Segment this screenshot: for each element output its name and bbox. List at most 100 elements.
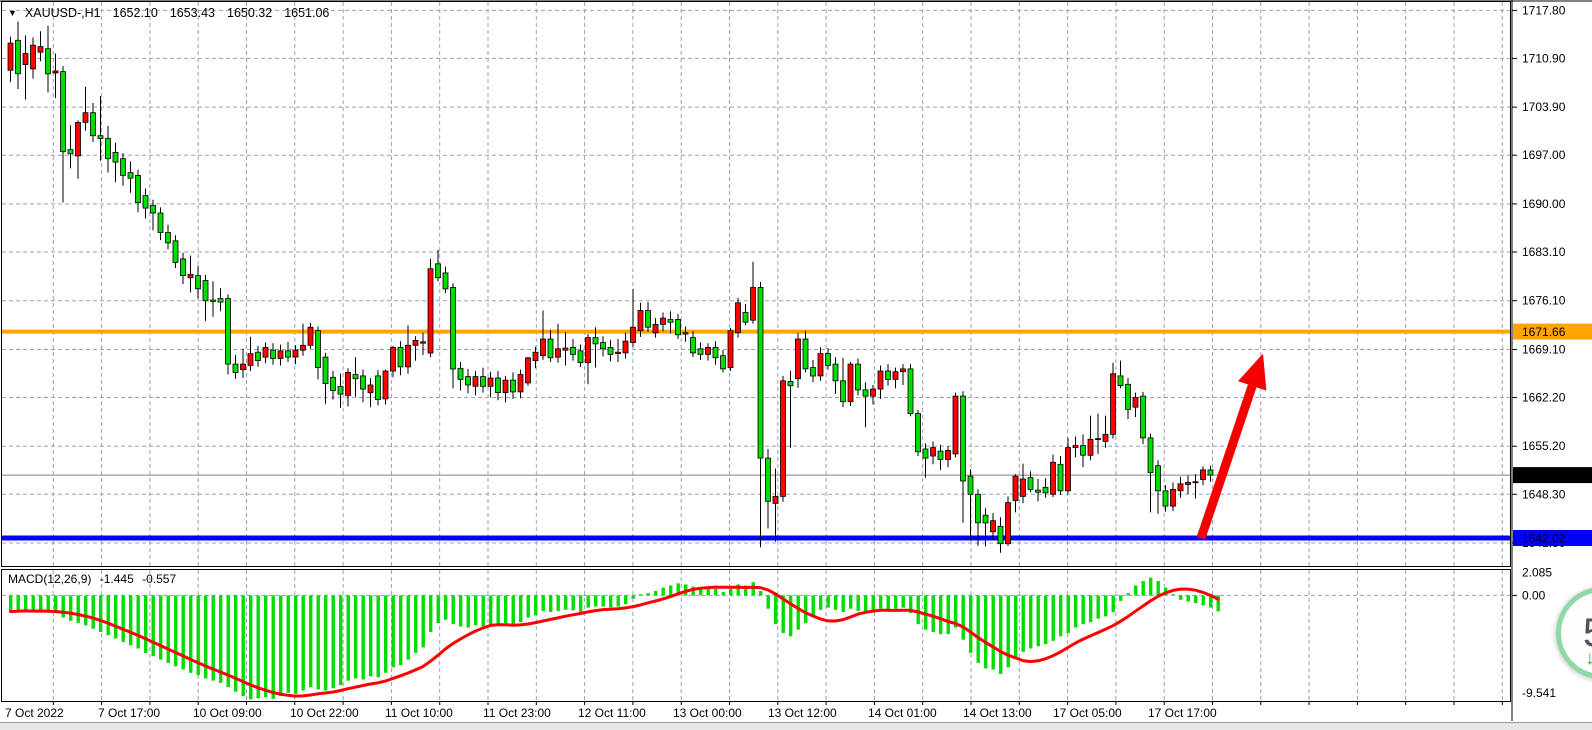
candle: [646, 311, 651, 328]
price-tick-label: 1710.90: [1522, 51, 1566, 65]
candle: [991, 521, 996, 532]
candle: [1036, 490, 1041, 492]
price-badge: 1651.06: [1513, 467, 1592, 483]
candle: [91, 113, 96, 136]
time-tick-label: 13 Oct 00:00: [673, 706, 742, 720]
candle: [1088, 439, 1093, 455]
chart-dropdown-icon[interactable]: ▼: [8, 8, 17, 18]
candle: [1028, 478, 1033, 490]
candle: [946, 450, 951, 459]
candle: [203, 281, 208, 301]
candle: [961, 396, 966, 481]
candle: [931, 448, 936, 456]
candle: [46, 49, 51, 74]
candle: [1096, 439, 1101, 440]
candle: [151, 205, 156, 213]
candle: [113, 152, 118, 162]
candle: [901, 369, 906, 372]
candle: [758, 288, 763, 459]
candle: [248, 354, 253, 366]
candle: [136, 175, 141, 202]
chart-canvas[interactable]: 1717.801710.901703.901697.001690.001683.…: [0, 0, 1592, 730]
candle: [953, 396, 958, 454]
candle: [481, 377, 486, 387]
candle: [938, 451, 943, 459]
candle: [1043, 487, 1048, 493]
candle: [691, 338, 696, 353]
candle: [271, 350, 276, 358]
time-tick-label: 14 Oct 01:00: [868, 706, 937, 720]
candle: [601, 343, 606, 349]
candle: [908, 369, 913, 414]
candle: [533, 352, 538, 360]
candle: [1141, 396, 1146, 438]
candle: [638, 311, 643, 331]
price-badge: 1642.02: [1513, 530, 1592, 546]
candle: [398, 347, 403, 367]
candle: [796, 339, 801, 379]
svg-text:1671.66: 1671.66: [1522, 325, 1566, 339]
candle: [316, 331, 321, 368]
candle: [578, 351, 583, 363]
candle: [53, 71, 58, 73]
time-tick-label: 11 Oct 23:00: [483, 706, 551, 720]
candle: [886, 371, 891, 379]
candle: [61, 72, 66, 152]
candle: [676, 320, 681, 335]
candle: [353, 375, 358, 379]
candle: [1178, 484, 1183, 491]
candle: [571, 347, 576, 354]
candle: [106, 139, 111, 159]
notification-count: 5: [1583, 613, 1592, 653]
time-tick-label: 14 Oct 13:00: [963, 706, 1032, 720]
candle: [308, 327, 313, 345]
candle: [511, 380, 516, 392]
candle: [1163, 491, 1168, 506]
candle: [23, 54, 28, 65]
candle: [98, 136, 103, 139]
price-tick-label: 1683.10: [1522, 245, 1566, 259]
candle: [826, 354, 831, 366]
time-tick-label: 10 Oct 22:00: [290, 706, 359, 720]
candle: [368, 385, 373, 393]
price-badge: 1671.66: [1513, 324, 1592, 340]
macd-scale-top: 2.085: [1522, 565, 1552, 579]
candle: [608, 347, 613, 354]
candle: [361, 376, 366, 389]
candle: [653, 324, 658, 332]
candle: [286, 351, 291, 357]
time-tick-label: 17 Oct 17:00: [1148, 706, 1217, 720]
candle: [728, 331, 733, 368]
candle: [541, 339, 546, 356]
candle: [428, 269, 433, 353]
price-tick-label: 1669.10: [1522, 343, 1566, 357]
candle: [76, 123, 81, 156]
macd-histogram: [9, 578, 1220, 700]
chart-window: ▼ XAUUSD-,H1 1652.10 1653.43 1650.32 165…: [0, 0, 1592, 730]
macd-name: MACD(12,26,9): [8, 572, 91, 586]
price-tick-label: 1697.00: [1522, 148, 1566, 162]
candle: [863, 390, 868, 396]
svg-text:1642.02: 1642.02: [1522, 532, 1566, 546]
price-tick-label: 1648.30: [1522, 487, 1566, 501]
candle: [211, 300, 216, 301]
time-axis[interactable]: 7 Oct 20227 Oct 17:0010 Oct 09:0010 Oct …: [5, 701, 1502, 720]
candle: [451, 288, 456, 370]
candle: [473, 377, 478, 387]
time-tick-label: 7 Oct 17:00: [98, 706, 160, 720]
candle: [383, 371, 388, 399]
candle: [121, 159, 126, 176]
candlestick-series: [8, 22, 1213, 553]
candle: [1126, 384, 1131, 409]
candle: [518, 375, 523, 392]
candle: [736, 303, 741, 333]
candle: [548, 339, 553, 358]
candle: [623, 341, 628, 353]
candle: [721, 356, 726, 369]
candle: [713, 347, 718, 357]
candle: [218, 299, 223, 303]
candle: [668, 320, 673, 323]
candle: [1208, 470, 1213, 475]
candle: [811, 368, 816, 376]
candle: [68, 150, 73, 154]
